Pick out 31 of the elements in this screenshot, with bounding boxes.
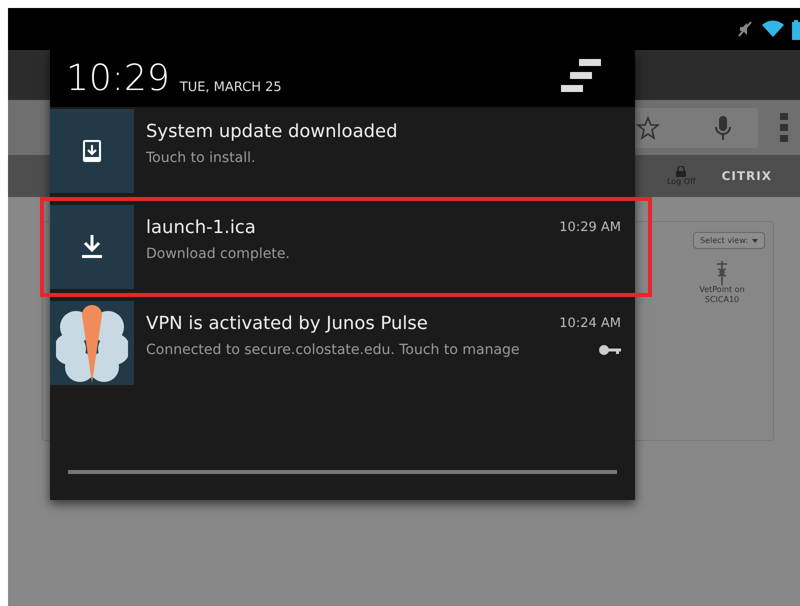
notification-text: Connected to secure.colostate.edu. Touch to manage xyxy=(146,342,520,358)
key-icon xyxy=(599,345,621,355)
notification[interactable]: System update downloaded Touch to install. xyxy=(50,109,635,193)
wifi-icon xyxy=(762,20,784,38)
drag-handle[interactable] xyxy=(68,470,617,474)
app-tile[interactable]: VetPoint on SCICA10 xyxy=(691,259,753,304)
lock-icon xyxy=(676,166,686,177)
brand-logo: CITRIX xyxy=(722,169,772,183)
notification-time: 10:29 AM xyxy=(559,220,621,235)
battery-icon xyxy=(792,20,800,40)
caret-icon xyxy=(752,238,758,242)
notification-text: Download complete. xyxy=(146,246,290,262)
view-dropdown[interactable]: Select view: xyxy=(693,232,765,249)
caduceus-icon xyxy=(715,259,729,285)
download-icon xyxy=(82,235,102,259)
menu-icon[interactable] xyxy=(780,112,788,142)
notification-time: 10:24 AM xyxy=(559,316,621,331)
quick-settings-icon[interactable] xyxy=(561,59,601,93)
notification[interactable]: VPN is activated by Junos Pulse 10:24 AM Connected to secure.colostate.edu. Touch to manage xyxy=(50,301,635,385)
notification-title: launch-1.ica xyxy=(146,217,256,238)
notification-title: VPN is activated by Junos Pulse xyxy=(146,313,428,334)
date-text: TUE, MARCH 25 xyxy=(180,80,282,95)
mute-icon xyxy=(736,20,754,38)
flower-logo-icon xyxy=(56,303,128,383)
notification-title: System update downloaded xyxy=(146,121,398,142)
phone-download-icon xyxy=(83,140,101,162)
star-icon[interactable] xyxy=(636,116,660,140)
microphone-icon[interactable] xyxy=(714,114,730,140)
notification-text: Touch to install. xyxy=(146,150,256,166)
clock-time: 10:29 xyxy=(66,61,170,97)
notification[interactable]: launch-1.ica 10:29 AM Download complete. xyxy=(40,197,652,297)
